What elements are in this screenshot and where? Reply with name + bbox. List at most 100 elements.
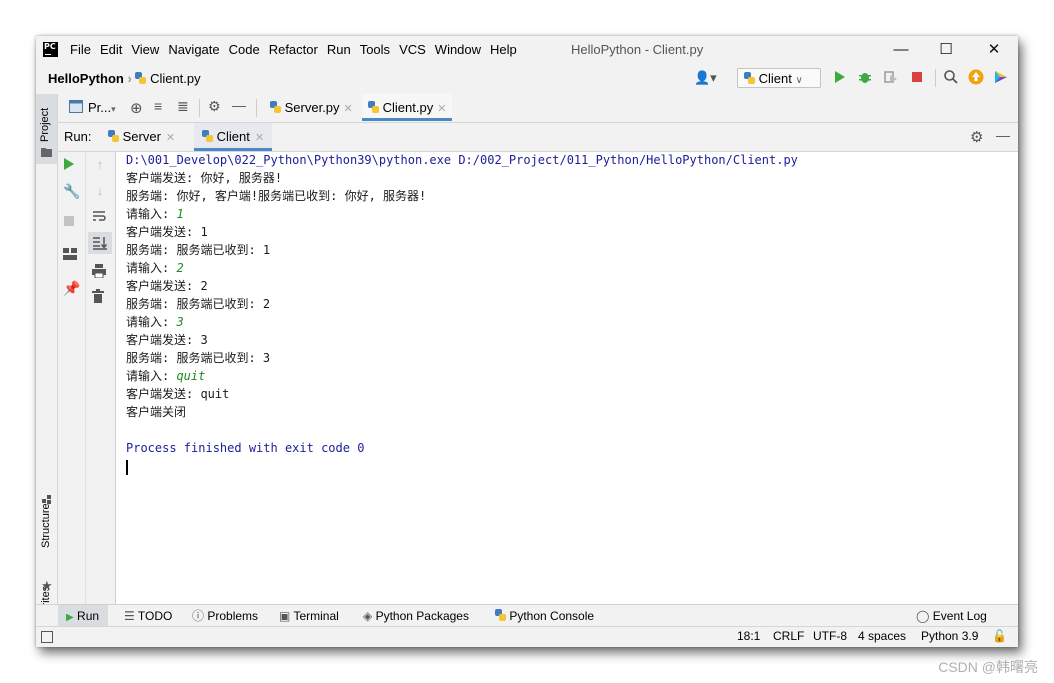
list-icon: ☰ xyxy=(124,609,135,623)
file-encoding[interactable]: UTF-8 xyxy=(813,629,847,643)
user-icon[interactable]: 👤▾ xyxy=(694,70,717,86)
tool-label: Python Console xyxy=(509,609,595,623)
run-icon[interactable] xyxy=(834,70,846,84)
menu-navigate[interactable]: Navigate xyxy=(168,42,219,57)
console-line: 请输入: quit xyxy=(126,367,205,385)
tool-terminal[interactable]: ▣ Terminal xyxy=(279,605,339,627)
tab-client-py[interactable]: Client.py ✕ xyxy=(362,94,453,121)
menu-help[interactable]: Help xyxy=(490,42,517,57)
tool-python-packages[interactable]: ◈ Python Packages xyxy=(363,605,469,627)
tab-label: Client.py xyxy=(382,100,434,115)
run-config-label: Client xyxy=(758,71,792,86)
rerun-icon[interactable] xyxy=(63,157,79,173)
event-log-icon: ◯ xyxy=(916,609,930,623)
tool-windows-icon[interactable] xyxy=(41,631,53,643)
python-icon xyxy=(108,130,119,142)
scroll-to-end-button[interactable] xyxy=(88,232,112,254)
menu-view[interactable]: View xyxy=(131,42,159,57)
tab-label: Server.py xyxy=(284,100,340,115)
stop-icon[interactable] xyxy=(911,71,923,83)
tool-label: TODO xyxy=(137,609,173,623)
status-bar: 18:1 CRLF UTF-8 4 spaces Python 3.9 🔓 xyxy=(36,626,1018,647)
folder-icon xyxy=(41,148,52,157)
project-tab-label: Project xyxy=(39,107,51,142)
soft-wrap-icon[interactable] xyxy=(92,209,108,225)
run-tab-server[interactable]: Server ✕ xyxy=(100,123,183,151)
print-icon[interactable] xyxy=(92,264,108,280)
project-view-icon[interactable] xyxy=(69,100,83,113)
project-view-dropdown[interactable]: Pr...▾ xyxy=(88,100,116,115)
console-exit-line: Process finished with exit code 0 xyxy=(126,441,365,455)
editor-tabs-row: Pr...▾ ⊕ ≡ ≣ ⚙ — Server.py ✕ Client.py ✕ xyxy=(58,94,1018,123)
locate-file-icon[interactable]: ⊕ xyxy=(130,99,143,117)
menu-refactor[interactable]: Refactor xyxy=(269,42,318,57)
menu-window[interactable]: Window xyxy=(435,42,481,57)
layout-icon[interactable] xyxy=(63,248,79,264)
interpreter[interactable]: Python 3.9 xyxy=(921,629,978,643)
close-tab-icon[interactable]: ✕ xyxy=(344,103,353,115)
tool-todo[interactable]: ☰ TODO xyxy=(124,605,172,627)
tool-label: Terminal xyxy=(293,609,339,623)
update-icon[interactable] xyxy=(968,69,984,85)
menu-file[interactable]: File xyxy=(70,42,91,57)
hide-panel-icon[interactable]: — xyxy=(232,97,246,113)
console-line: 客户端发送: 1 xyxy=(126,225,208,239)
wrench-icon[interactable]: 🔧 xyxy=(63,183,80,199)
tool-run[interactable]: ▶ Run xyxy=(58,605,108,627)
coverage-icon[interactable] xyxy=(884,70,898,84)
maximize-button[interactable]: ☐ xyxy=(926,40,966,60)
close-button[interactable]: ✕ xyxy=(974,40,1014,60)
expand-all-icon[interactable]: ≡ xyxy=(154,98,162,114)
run-panel-label: Run: xyxy=(64,129,92,144)
chevron-down-icon: ▾ xyxy=(111,104,116,114)
console-user-input: 3 xyxy=(176,315,184,329)
arrow-down-icon[interactable]: ↓ xyxy=(92,183,108,199)
breadcrumb-file[interactable]: Client.py xyxy=(150,71,201,86)
close-tab-icon[interactable]: ✕ xyxy=(437,103,446,115)
run-config-select[interactable]: Client ∨ xyxy=(737,68,821,88)
tool-label: Python Packages xyxy=(375,609,469,623)
trash-icon[interactable] xyxy=(92,289,108,305)
console-user-input: 1 xyxy=(176,207,184,221)
hide-panel-icon[interactable]: — xyxy=(996,127,1010,143)
unlock-icon[interactable]: 🔓 xyxy=(992,629,1007,643)
console-prompt: 请输入: xyxy=(126,369,177,383)
close-tab-icon[interactable]: ✕ xyxy=(255,132,264,144)
close-tab-icon[interactable]: ✕ xyxy=(166,132,175,144)
project-view-label: Pr... xyxy=(88,100,112,115)
debug-icon[interactable] xyxy=(858,70,872,84)
structure-tab-label[interactable]: Structure xyxy=(40,503,52,548)
menu-tools[interactable]: Tools xyxy=(360,42,390,57)
python-icon xyxy=(744,72,755,84)
arrow-up-icon[interactable]: ↑ xyxy=(92,157,108,173)
console-user-input: 2 xyxy=(176,261,184,275)
gear-icon[interactable]: ⚙ xyxy=(970,128,983,146)
run-tab-label: Client xyxy=(216,129,250,144)
tool-python-console[interactable]: Python Console xyxy=(495,605,594,627)
console-line: 客户端发送: 2 xyxy=(126,279,208,293)
menu-code[interactable]: Code xyxy=(229,42,260,57)
project-tool-tab[interactable]: Project xyxy=(36,94,57,164)
run-tab-client[interactable]: Client ✕ xyxy=(194,123,273,151)
menu-vcs[interactable]: VCS xyxy=(399,42,426,57)
cursor-position[interactable]: 18:1 xyxy=(737,629,760,643)
menu-run[interactable]: Run xyxy=(327,42,351,57)
breadcrumb-project[interactable]: HelloPython xyxy=(48,71,124,86)
line-separator[interactable]: CRLF xyxy=(773,629,804,643)
console-output[interactable]: D:\001_Develop\022_Python\Python39\pytho… xyxy=(116,152,1018,604)
tool-event-log[interactable]: ◯ Event Log xyxy=(916,605,987,627)
jetbrains-toolbox-icon[interactable] xyxy=(993,69,1009,85)
console-line: 客户端关闭 xyxy=(126,405,187,419)
indent-setting[interactable]: 4 spaces xyxy=(858,629,906,643)
tool-problems[interactable]: ⓘ Problems xyxy=(192,605,258,627)
minimize-button[interactable]: — xyxy=(881,40,921,60)
search-icon[interactable] xyxy=(943,69,959,85)
python-icon xyxy=(202,130,213,142)
pin-icon[interactable]: 📌 xyxy=(63,280,80,296)
menu-edit[interactable]: Edit xyxy=(100,42,122,57)
tab-server-py[interactable]: Server.py ✕ xyxy=(264,94,359,121)
gear-icon[interactable]: ⚙ xyxy=(208,98,221,115)
stop-icon[interactable] xyxy=(63,215,79,231)
python-file-icon xyxy=(270,101,281,113)
collapse-all-icon[interactable]: ≣ xyxy=(177,98,189,115)
